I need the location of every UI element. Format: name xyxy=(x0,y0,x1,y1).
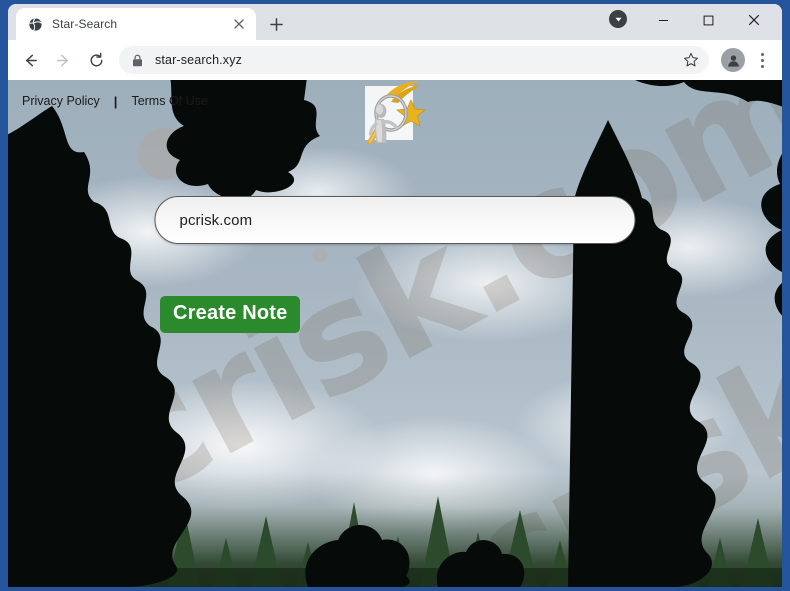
forward-button[interactable] xyxy=(49,46,77,74)
chrome-menu-button[interactable] xyxy=(750,46,774,74)
menu-dot xyxy=(760,52,764,56)
address-bar-url: star-search.xyz xyxy=(155,53,242,67)
close-icon[interactable] xyxy=(230,15,248,33)
tab-title: Star-Search xyxy=(52,17,118,31)
search-input-value: pcrisk.com xyxy=(179,211,253,229)
page-ui-layer: Privacy Policy | Terms Of Use pcrisk.com… xyxy=(8,80,782,587)
browser-toolbar: star-search.xyz xyxy=(8,40,782,80)
window-close-button[interactable] xyxy=(731,4,776,36)
privacy-policy-link[interactable]: Privacy Policy xyxy=(14,92,108,110)
bookmark-star-icon[interactable] xyxy=(683,52,699,68)
tab-strip: Star-Search xyxy=(8,4,782,40)
back-button[interactable] xyxy=(16,46,44,74)
window-controls-group xyxy=(609,4,782,40)
browser-tab-star-search[interactable]: Star-Search xyxy=(16,8,256,40)
terms-of-use-link[interactable]: Terms Of Use xyxy=(123,92,215,110)
reload-button[interactable] xyxy=(82,46,110,74)
menu-dot xyxy=(760,64,764,68)
chrome-browser-window: Star-Search star-search.xyz pcrisk.com P… xyxy=(8,4,782,587)
create-note-button[interactable]: Create Note xyxy=(160,296,301,333)
legal-links: Privacy Policy | Terms Of Use xyxy=(14,92,216,110)
globe-icon xyxy=(27,16,43,32)
star-search-magnifier-logo xyxy=(364,80,426,150)
search-input[interactable]: pcrisk.com xyxy=(154,196,636,244)
window-maximize-button[interactable] xyxy=(686,4,731,36)
window-minimize-button[interactable] xyxy=(641,4,686,36)
desktop-background: Star-Search star-search.xyz pcrisk.com P… xyxy=(0,0,790,591)
circle-chevron-down-icon[interactable] xyxy=(609,10,627,28)
profile-avatar[interactable] xyxy=(721,48,745,72)
page-content: pcrisk.com pcrisk.com xyxy=(8,80,782,587)
new-tab-button[interactable] xyxy=(262,10,290,38)
address-bar[interactable]: star-search.xyz xyxy=(119,46,709,74)
legal-links-divider: | xyxy=(113,93,118,109)
lock-icon xyxy=(132,54,146,67)
menu-dot xyxy=(760,58,764,62)
